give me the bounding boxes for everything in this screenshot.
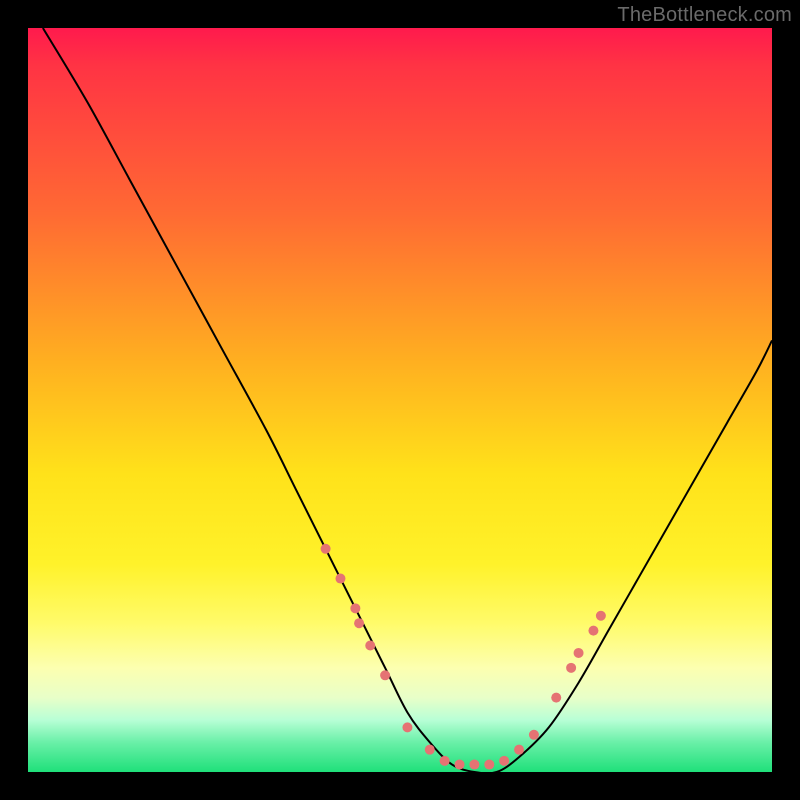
marker-bottom-cluster: [484, 760, 494, 770]
marker-left-cluster: [380, 670, 390, 680]
marker-bottom-cluster: [499, 756, 509, 766]
chart-frame: TheBottleneck.com: [0, 0, 800, 800]
curve-layer: [43, 28, 772, 773]
marker-left-cluster: [350, 603, 360, 613]
marker-right-cluster: [551, 693, 561, 703]
marker-right-cluster: [596, 611, 606, 621]
plot-area: [28, 28, 772, 772]
marker-bottom-cluster: [514, 745, 524, 755]
marker-left-cluster: [365, 641, 375, 651]
marker-bottom-cluster: [529, 730, 539, 740]
marker-bottom-cluster: [402, 722, 412, 732]
marker-bottom-cluster: [469, 760, 479, 770]
chart-svg: [28, 28, 772, 772]
marker-left-cluster: [321, 544, 331, 554]
series-bottleneck-curve: [43, 28, 772, 773]
marker-bottom-cluster: [425, 745, 435, 755]
markers-layer: [321, 544, 606, 770]
marker-left-cluster: [335, 574, 345, 584]
marker-left-cluster: [354, 618, 364, 628]
watermark-text: TheBottleneck.com: [617, 4, 792, 27]
marker-right-cluster: [566, 663, 576, 673]
marker-bottom-cluster: [440, 756, 450, 766]
marker-bottom-cluster: [455, 760, 465, 770]
marker-right-cluster: [574, 648, 584, 658]
marker-right-cluster: [588, 626, 598, 636]
